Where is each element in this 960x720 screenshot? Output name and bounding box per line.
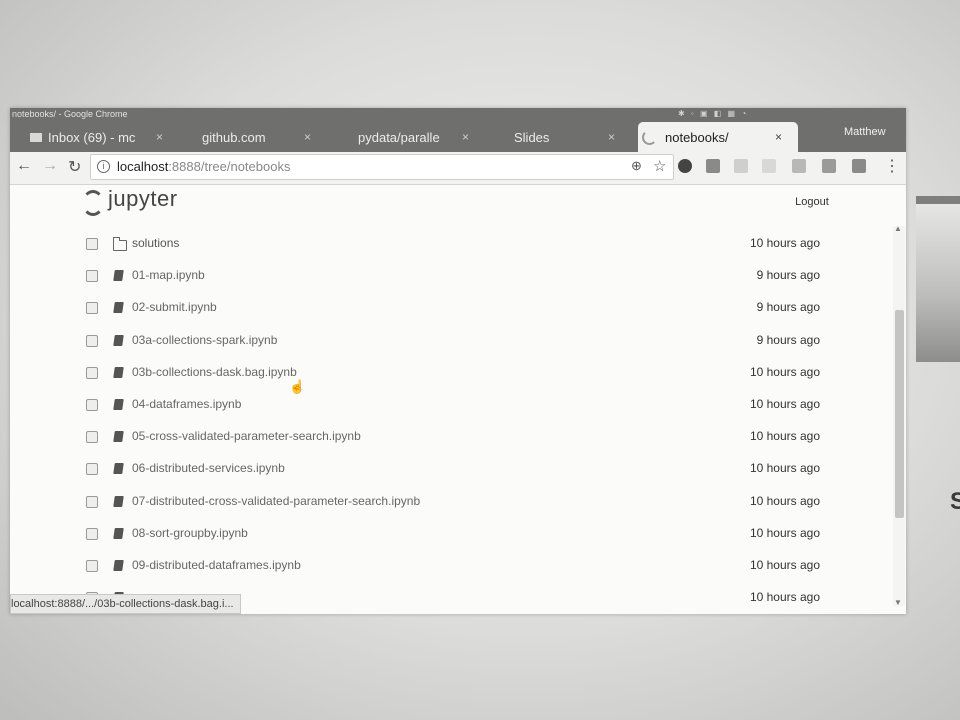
- extension-icon[interactable]: [762, 159, 776, 173]
- browser-toolbar: ← → ↻ i localhost:8888/tree/notebooks ⊕ …: [10, 152, 906, 185]
- notebook-row[interactable]: 04-dataframes.ipynb 10 hours ago: [10, 393, 890, 425]
- tab-label: pydata/paralle: [358, 129, 440, 145]
- file-name-link[interactable]: 07-distributed-cross-validated-parameter…: [132, 494, 420, 508]
- reload-icon[interactable]: ↻: [68, 157, 81, 177]
- info-icon[interactable]: i: [97, 160, 110, 173]
- folder-row[interactable]: solutions 10 hours ago: [10, 232, 890, 264]
- extension-icon[interactable]: [734, 159, 748, 173]
- last-modified: 10 hours ago: [749, 461, 820, 476]
- last-modified: 9 hours ago: [756, 332, 820, 347]
- row-checkbox[interactable]: [86, 463, 98, 476]
- last-modified: 10 hours ago: [749, 364, 820, 379]
- url-text: localhost:8888/tree/notebooks: [117, 159, 291, 174]
- jupyter-logo-text[interactable]: jupyter: [108, 186, 178, 212]
- kebab-menu-icon[interactable]: ⋮: [884, 156, 900, 176]
- notebook-row[interactable]: 09-distributed-dataframes.ipynb 10 hours …: [10, 554, 890, 586]
- extension-icon[interactable]: [852, 159, 866, 173]
- file-name-link[interactable]: 06-distributed-services.ipynb: [132, 461, 285, 475]
- row-checkbox[interactable]: [86, 366, 98, 379]
- window-title: notebooks/ - Google Chrome: [12, 109, 128, 119]
- row-checkbox[interactable]: [86, 238, 98, 250]
- row-checkbox[interactable]: [86, 270, 98, 283]
- close-icon[interactable]: ×: [462, 130, 469, 144]
- tab-label: github.com: [202, 129, 266, 145]
- forward-arrow-icon[interactable]: →: [42, 157, 58, 175]
- background-window-glyph: S: [950, 488, 960, 515]
- tab-label: Slides: [514, 129, 550, 145]
- file-name-link[interactable]: 05-cross-validated-parameter-search.ipyn…: [132, 429, 361, 443]
- hand-cursor-icon: ☝: [289, 379, 306, 394]
- notebook-row[interactable]: 07-distributed-cross-validated-parameter…: [10, 490, 890, 522]
- notebook-row[interactable]: 01-map.ipynb 9 hours ago: [10, 264, 890, 296]
- row-checkbox[interactable]: [86, 431, 98, 444]
- notebook-row[interactable]: 05-cross-validated-parameter-search.ipyn…: [10, 425, 890, 457]
- last-modified: 10 hours ago: [749, 493, 820, 508]
- browser-window: notebooks/ - Google Chrome ✱ ◦ ▣ ◧ ▦ ◔ M…: [10, 108, 906, 614]
- row-checkbox[interactable]: [86, 399, 98, 411]
- mail-icon: [30, 132, 42, 142]
- address-bar[interactable]: i localhost:8888/tree/notebooks ⊕ ☆: [90, 154, 674, 180]
- scrollbar-thumb[interactable]: [895, 310, 904, 518]
- notebook-row[interactable]: 03b-collections-dask.bag.ipynb 10 hours a…: [10, 361, 890, 393]
- close-icon[interactable]: ×: [156, 130, 163, 144]
- tab-github[interactable]: github.com ×: [202, 122, 328, 152]
- logout-button[interactable]: Logout: [780, 188, 844, 216]
- last-modified: 10 hours ago: [749, 236, 820, 250]
- file-name-link[interactable]: 03b-collections-dask.bag.ipynb: [132, 365, 297, 379]
- row-checkbox[interactable]: [86, 495, 98, 508]
- close-icon[interactable]: ×: [775, 130, 782, 144]
- zoom-icon[interactable]: ⊕: [631, 158, 642, 174]
- profile-user[interactable]: Matthew: [844, 126, 886, 138]
- last-modified: 10 hours ago: [749, 429, 820, 444]
- tab-pydata[interactable]: pydata/paralle ×: [358, 122, 484, 152]
- last-modified: 10 hours ago: [749, 590, 820, 605]
- extension-icon[interactable]: [822, 159, 836, 173]
- file-name-link[interactable]: solutions: [132, 236, 179, 250]
- back-arrow-icon[interactable]: ←: [16, 157, 32, 175]
- extension-icon[interactable]: [706, 159, 720, 173]
- system-tray-icons: ✱ ◦ ▣ ◧ ▦ ◔: [678, 109, 749, 118]
- extension-icon[interactable]: [792, 159, 806, 173]
- opera-extension-icon[interactable]: [678, 159, 692, 173]
- notebook-row[interactable]: 03a-collections-spark.ipynb 9 hours ago: [10, 329, 890, 361]
- last-modified: 10 hours ago: [749, 525, 820, 540]
- notebook-row[interactable]: 08-sort-groupby.ipynb 10 hours ago: [10, 522, 890, 554]
- tab-label: Inbox (69) - mc: [48, 129, 136, 145]
- titlebar: notebooks/ - Google Chrome ✱ ◦ ▣ ◧ ▦ ◔ M…: [10, 108, 906, 152]
- tab-label: notebooks/: [665, 129, 729, 145]
- file-name-link[interactable]: 04-dataframes.ipynb: [132, 397, 241, 411]
- loading-spinner-icon: [642, 129, 657, 145]
- file-name-link[interactable]: 08-sort-groupby.ipynb: [132, 526, 248, 540]
- scroll-down-arrow-icon[interactable]: ▼: [894, 598, 902, 607]
- tab-notebooks[interactable]: notebooks/ ×: [638, 122, 798, 152]
- notebook-row[interactable]: 02-submit.ipynb 9 hours ago: [10, 296, 890, 328]
- status-bar: localhost:8888/.../03b-collections-dask.…: [10, 594, 241, 614]
- bookmark-star-icon[interactable]: ☆: [653, 157, 666, 175]
- row-checkbox[interactable]: [86, 527, 98, 540]
- tab-slides[interactable]: Slides ×: [514, 122, 626, 152]
- file-name-link[interactable]: 01-map.ipynb: [132, 268, 205, 282]
- row-checkbox[interactable]: [86, 334, 98, 347]
- notebook-row[interactable]: 06-distributed-services.ipynb 10 hours ag…: [10, 457, 890, 489]
- file-name-link[interactable]: 03a-collections-spark.ipynb: [132, 333, 277, 347]
- file-name-link[interactable]: 02-submit.ipynb: [132, 300, 217, 314]
- jupyter-logo-icon[interactable]: [82, 190, 104, 216]
- row-checkbox[interactable]: [86, 560, 98, 572]
- last-modified: 10 hours ago: [749, 558, 820, 572]
- background-window-panel: [916, 196, 960, 362]
- row-checkbox[interactable]: [86, 302, 98, 315]
- close-icon[interactable]: ×: [608, 130, 615, 144]
- last-modified: 9 hours ago: [756, 300, 820, 315]
- tab-inbox[interactable]: Inbox (69) - mc ×: [30, 122, 170, 152]
- last-modified: 10 hours ago: [749, 397, 820, 411]
- close-icon[interactable]: ×: [304, 130, 311, 144]
- scroll-up-arrow-icon[interactable]: ▲: [894, 224, 902, 233]
- file-name-link[interactable]: 09-distributed-dataframes.ipynb: [132, 558, 301, 572]
- last-modified: 9 hours ago: [756, 268, 820, 283]
